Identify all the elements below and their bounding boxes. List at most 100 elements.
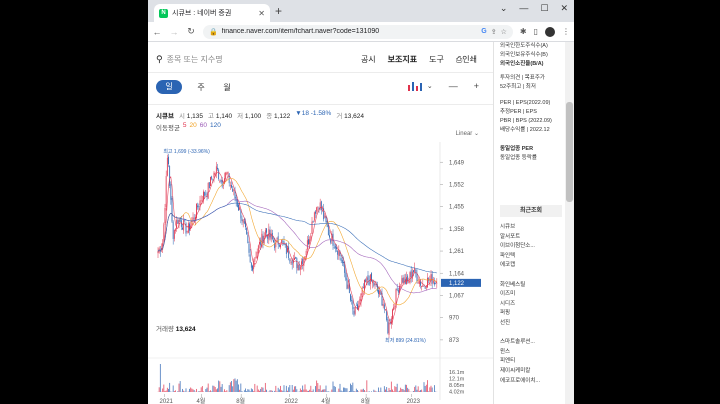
volume-label: 거: [336, 113, 343, 120]
period-month-button[interactable]: 월: [220, 82, 234, 93]
candle-body: [388, 322, 390, 335]
recent-view-link[interactable]: 시디즈: [500, 300, 562, 310]
page-scrollbar[interactable]: [565, 42, 574, 404]
ma-60[interactable]: 60: [200, 122, 207, 132]
candle-body: [227, 171, 229, 174]
volume-bar: [281, 390, 283, 392]
volume-bar: [240, 383, 242, 392]
menu-tools[interactable]: 도구: [429, 54, 444, 65]
volume-tick-label: 12.1m: [449, 377, 465, 383]
menu-kebab-icon[interactable]: ⋮: [562, 27, 570, 36]
volume-bar: [196, 388, 197, 392]
volume-bar: [360, 389, 362, 392]
address-bar[interactable]: 🔒 finance.naver.com/item/fchart.naver?co…: [203, 24, 513, 39]
recent-view-link[interactable]: 파인텍: [500, 252, 562, 262]
volume-bar: [163, 384, 165, 392]
volume-bar: [413, 391, 414, 392]
volume-bar: [175, 390, 176, 392]
candle-body: [396, 288, 398, 290]
period-week-button[interactable]: 주: [194, 82, 208, 93]
candle-body: [229, 185, 231, 186]
candlestick-icon: [407, 81, 422, 91]
scrollbar-thumb[interactable]: [566, 102, 573, 202]
recent-view-link[interactable]: 피엔티: [500, 357, 562, 367]
recent-view-link[interactable]: 시큐브: [500, 223, 562, 233]
price-chart[interactable]: 1,649 1,552 1,455 1,358 1,261 1,164 1,067 970 87…: [148, 142, 493, 404]
recent-view-link[interactable]: 스마트솔루션...: [500, 338, 562, 348]
x-tick-label: 4월: [321, 397, 330, 404]
recent-view-link[interactable]: 윈스: [500, 348, 562, 358]
open-value: 1,135: [186, 113, 204, 120]
google-icon[interactable]: G: [481, 28, 486, 35]
volume-bar: [355, 388, 357, 392]
stock-search[interactable]: ⚲ 종목 또는 지수명: [156, 54, 223, 65]
candle-body: [185, 223, 187, 234]
candle-body: [435, 283, 437, 284]
new-tab-icon[interactable]: +: [275, 4, 282, 18]
candle-body: [301, 261, 302, 265]
ma-5[interactable]: 5: [183, 122, 187, 132]
volume-bar: [168, 388, 169, 392]
candle-body: [252, 265, 253, 271]
recent-view-link[interactable]: 선진: [500, 319, 562, 329]
recent-view-link[interactable]: 알서포트: [500, 233, 562, 243]
browser-tab[interactable]: N 시큐브 : 네이버 증권 ✕: [154, 4, 270, 22]
candle-body: [233, 189, 235, 191]
volume-bar: [203, 391, 204, 392]
recent-view-link[interactable]: 퍼핑: [500, 309, 562, 319]
volume-bar: [173, 391, 175, 392]
url-text[interactable]: finance.naver.com/item/fchart.naver?code…: [222, 28, 478, 35]
volume-bar: [261, 387, 263, 392]
back-icon[interactable]: ←: [152, 27, 162, 37]
recent-view-link[interactable]: 이즈미: [500, 290, 562, 300]
lock-icon[interactable]: 🔒: [209, 28, 218, 36]
zoom-out-icon[interactable]: —: [449, 81, 458, 91]
close-tab-icon[interactable]: ✕: [258, 9, 265, 18]
candle-body: [197, 205, 199, 208]
scale-mode-dropdown[interactable]: Linear ⌄: [456, 130, 479, 137]
candle-body: [186, 231, 188, 232]
period-day-button[interactable]: 일: [156, 80, 182, 94]
minimize-icon[interactable]: —: [519, 3, 528, 14]
volume-bar: [192, 389, 194, 392]
recent-view-link[interactable]: 화인베스틸: [500, 281, 562, 291]
recent-view-link[interactable]: 에코캡: [500, 261, 562, 271]
y-tick-label: 1,455: [449, 205, 465, 211]
search-icon[interactable]: ⚲: [156, 54, 163, 65]
ma-20[interactable]: 20: [190, 122, 197, 132]
candle-body: [177, 220, 179, 224]
side-panel-icon[interactable]: ▯: [534, 27, 538, 36]
candle-body: [420, 281, 421, 286]
volume-bar: [250, 388, 252, 392]
menu-disclosure[interactable]: 공시: [361, 54, 376, 65]
candle-body: [359, 298, 361, 305]
forward-icon[interactable]: →: [169, 27, 179, 37]
extensions-icon[interactable]: ✱: [520, 27, 527, 36]
maximize-icon[interactable]: ☐: [540, 3, 548, 14]
zoom-in-icon[interactable]: +: [474, 81, 479, 91]
recent-view-link[interactable]: 에코프로에이치...: [500, 377, 562, 387]
recent-view-link[interactable]: 이브이첨단소...: [500, 242, 562, 252]
ma-120[interactable]: 120: [210, 122, 221, 132]
recent-view-link[interactable]: 제이씨케미칼: [500, 367, 562, 377]
volume-bar: [246, 391, 248, 392]
volume-bar: [248, 389, 250, 392]
close-window-icon[interactable]: ✕: [560, 3, 568, 14]
volume-bar: [179, 381, 181, 392]
reload-icon[interactable]: ↻: [186, 26, 196, 37]
candle-body: [173, 229, 175, 239]
candle-body: [375, 284, 377, 286]
chevron-down-icon[interactable]: ⌄: [500, 3, 508, 14]
menu-print[interactable]: ⎙인쇄: [456, 54, 477, 65]
candle-body: [352, 300, 354, 310]
search-placeholder[interactable]: 종목 또는 지수명: [167, 54, 223, 65]
window-controls: ⌄ — ☐ ✕: [500, 3, 568, 14]
volume-bar: [394, 386, 396, 392]
menu-indicators[interactable]: 보조지표: [388, 54, 417, 65]
chart-type-dropdown[interactable]: ⌄: [407, 81, 433, 91]
candle-body: [302, 259, 304, 264]
profile-avatar[interactable]: [545, 26, 555, 37]
bookmark-star-icon[interactable]: ☆: [501, 28, 507, 36]
share-icon[interactable]: ⇪: [491, 28, 497, 36]
candle-body: [204, 192, 206, 196]
